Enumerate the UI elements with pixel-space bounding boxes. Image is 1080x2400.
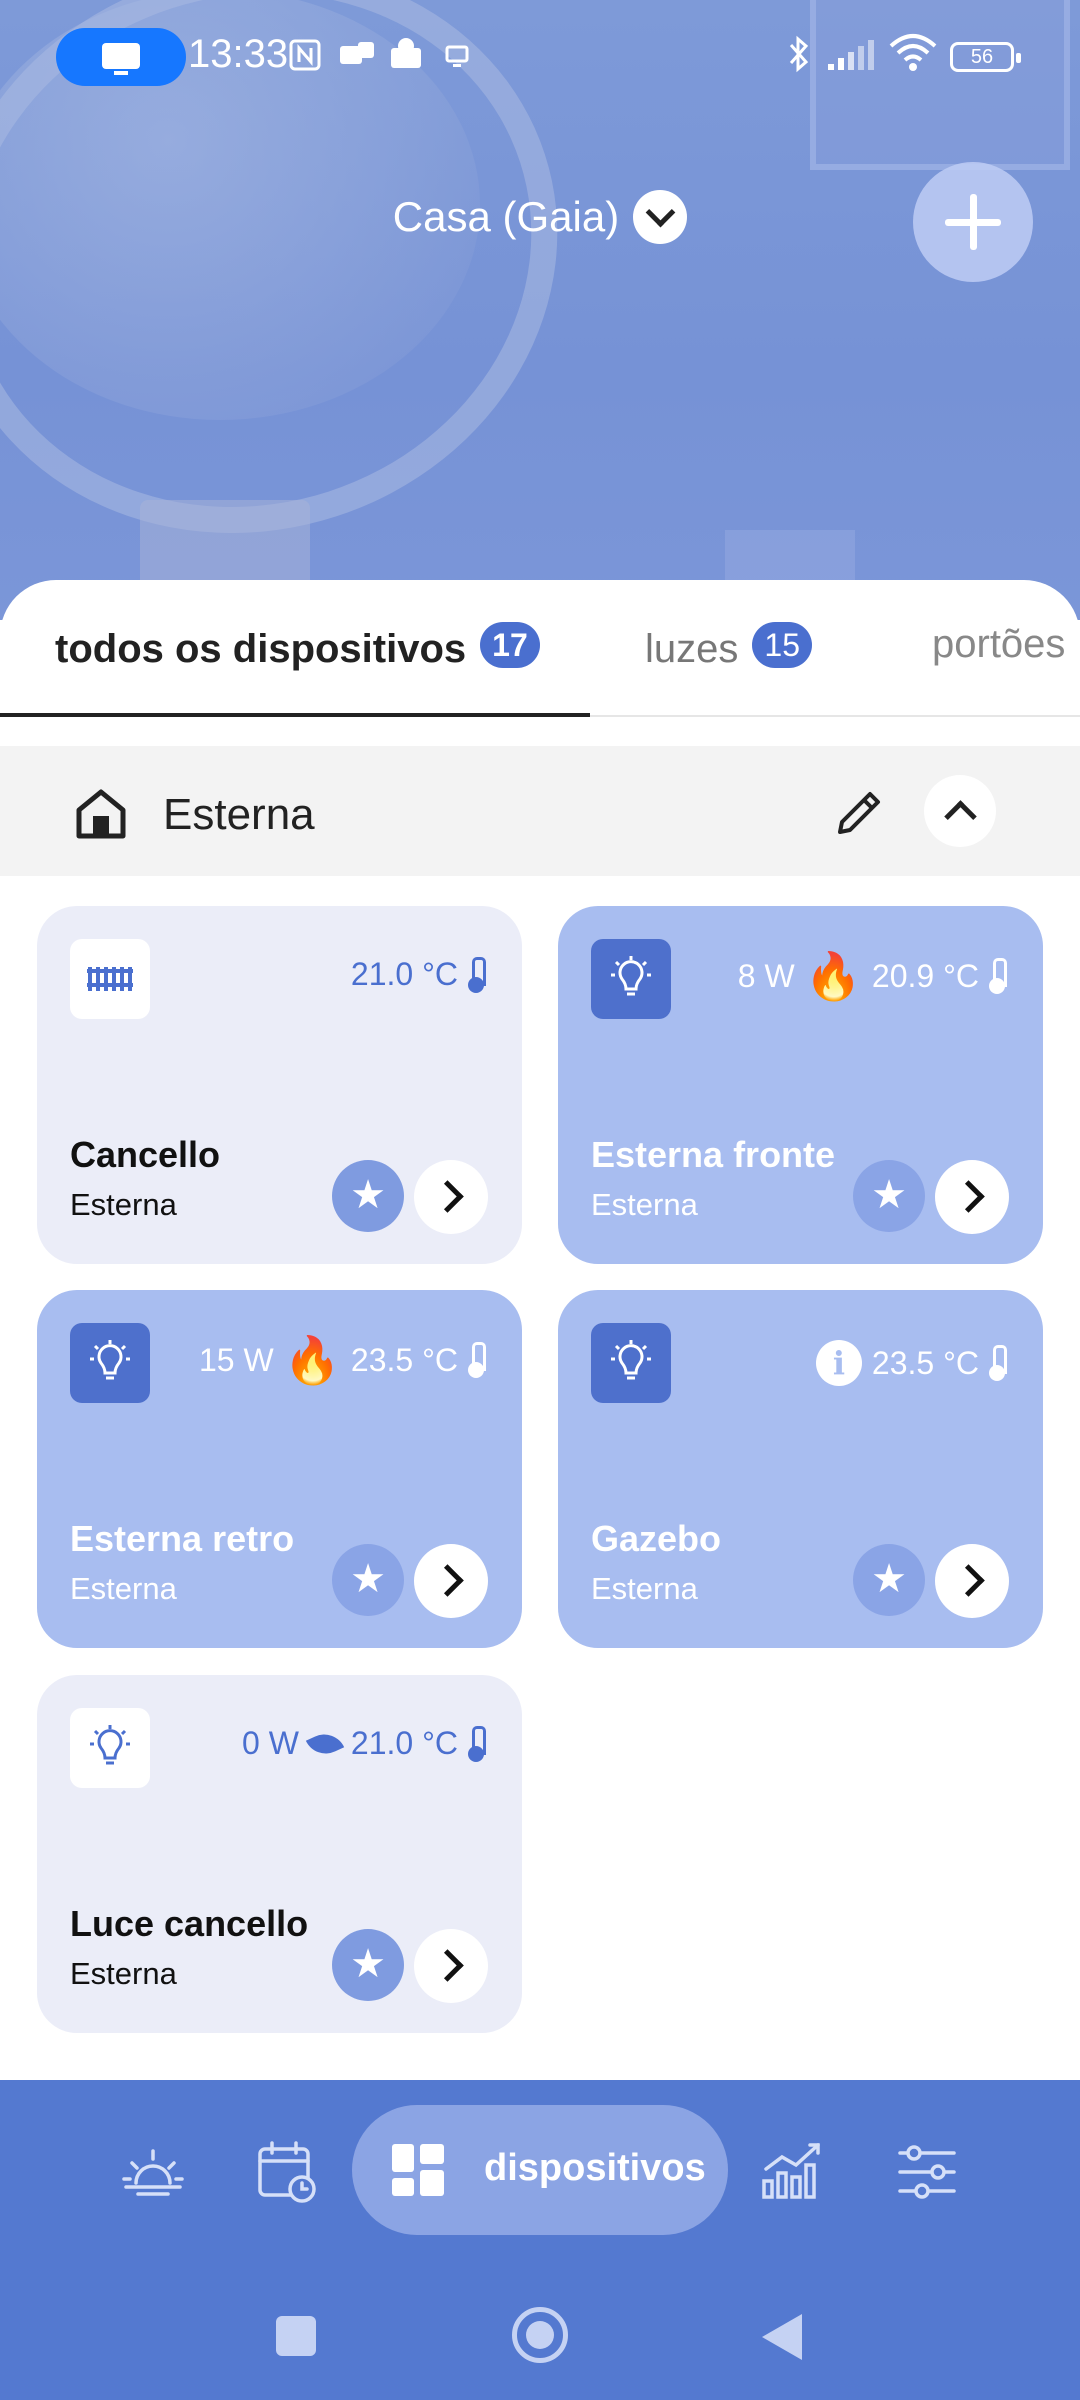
wifi-icon <box>889 34 937 71</box>
active-tab-indicator <box>0 713 590 717</box>
device-metrics: 0 W 21.0 °C <box>242 1725 486 1762</box>
group-header: Esterna <box>0 746 1080 876</box>
device-room: Esterna <box>591 1571 698 1606</box>
schedule-icon[interactable] <box>252 2137 322 2207</box>
status-bar: 13:33 56 <box>0 0 1080 115</box>
tab-all-devices[interactable]: todos os dispositivos 17 <box>55 622 540 672</box>
device-room: Esterna <box>70 1187 177 1222</box>
chevron-down-icon[interactable] <box>633 190 688 244</box>
power-value: 8 W <box>737 957 795 994</box>
screen-cast-pill[interactable] <box>56 28 186 86</box>
open-device-button[interactable] <box>935 1160 1009 1234</box>
nfc-icon <box>289 39 321 71</box>
bulb-icon <box>70 1708 150 1788</box>
power-value: 15 W <box>198 1341 274 1378</box>
device-metrics: 15 W 🔥 23.5 °C <box>198 1334 486 1386</box>
edit-pencil-icon[interactable] <box>832 786 886 840</box>
devices-sheet: todos os dispositivos 17 luzes 15 portões … <box>0 580 1080 2080</box>
device-name: Cancello <box>70 1134 221 1175</box>
device-room: Esterna <box>70 1956 177 1991</box>
bulb-icon <box>591 939 671 1019</box>
device-metrics: 8 W 🔥 20.9 °C <box>737 950 1007 1002</box>
category-tabs: todos os dispositivos 17 luzes 15 portões <box>0 580 1080 717</box>
home-button[interactable] <box>512 2307 568 2363</box>
temperature-value: 23.5 °C <box>350 1341 458 1378</box>
flame-icon: 🔥 <box>804 950 862 1002</box>
group-name: Esterna <box>163 790 315 839</box>
collapse-group-button[interactable] <box>924 775 996 847</box>
temperature-value: 23.5 °C <box>871 1344 979 1381</box>
tab-count-badge: 15 <box>752 622 812 668</box>
favorite-star-button[interactable] <box>853 1544 925 1616</box>
scenes-icon[interactable] <box>118 2137 188 2207</box>
thermometer-icon <box>468 1725 486 1762</box>
nav-item-devices[interactable]: dispositivos <box>352 2105 728 2235</box>
tab-gates[interactable]: portões <box>932 622 1065 667</box>
device-card-esterna-retro[interactable]: 15 W 🔥 23.5 °C Esterna retro Esterna <box>37 1290 522 1648</box>
settings-sliders-icon[interactable] <box>892 2137 962 2207</box>
tab-count-badge: 17 <box>480 622 540 668</box>
thermometer-icon <box>989 958 1007 994</box>
tab-label: luzes <box>645 627 739 671</box>
temperature-value: 21.0 °C <box>350 1725 458 1761</box>
battery-indicator: 56 <box>950 42 1021 72</box>
favorite-star-button[interactable] <box>332 1929 404 2001</box>
add-device-button[interactable] <box>913 162 1033 282</box>
temperature-value: 20.9 °C <box>871 957 979 994</box>
notification-app-icon <box>340 42 374 64</box>
open-device-button[interactable] <box>935 1544 1009 1618</box>
device-name: Gazebo <box>591 1518 722 1559</box>
device-name: Luce cancello <box>70 1903 309 1944</box>
device-room: Esterna <box>70 1571 177 1606</box>
bulb-icon <box>70 1323 150 1403</box>
gate-icon <box>70 939 150 1019</box>
leaf-icon <box>305 1726 345 1761</box>
device-metrics: i 23.5 °C <box>815 1340 1007 1386</box>
power-value: 0 W <box>242 1725 299 1761</box>
tab-label: todos os dispositivos <box>55 627 467 671</box>
thermometer-icon <box>989 1345 1007 1381</box>
stats-icon[interactable] <box>758 2137 828 2207</box>
favorite-star-button[interactable] <box>332 1544 404 1616</box>
thermometer-icon <box>468 1342 486 1378</box>
system-navigation-bar <box>0 2280 1080 2400</box>
nav-active-label: dispositivos <box>484 2147 706 2189</box>
temperature-value: 21.0 °C <box>350 956 458 992</box>
recents-button[interactable] <box>276 2316 316 2356</box>
open-device-button[interactable] <box>414 1544 488 1618</box>
favorite-star-button[interactable] <box>853 1160 925 1232</box>
device-card-luce-cancello[interactable]: 0 W 21.0 °C Luce cancello Esterna <box>37 1675 522 2033</box>
flame-icon: 🔥 <box>283 1334 341 1386</box>
bulb-icon <box>591 1323 671 1403</box>
desktop-icon <box>445 45 469 67</box>
screen-icon <box>102 43 140 75</box>
home-icon <box>76 789 126 839</box>
hero-banner: 13:33 56 Casa (Gaia) <box>0 0 1080 620</box>
devices-icon <box>392 2144 444 2196</box>
status-time: 13:33 <box>188 32 289 76</box>
device-name: Esterna retro <box>70 1518 295 1559</box>
device-name: Esterna fronte <box>591 1134 836 1175</box>
notification-mail-icon <box>391 38 421 68</box>
device-room: Esterna <box>591 1187 698 1222</box>
device-card-esterna-fronte[interactable]: 8 W 🔥 20.9 °C Esterna fronte Esterna <box>558 906 1043 1264</box>
tab-lights[interactable]: luzes 15 <box>645 622 812 672</box>
thermometer-icon <box>468 956 486 993</box>
signal-icon <box>828 40 874 70</box>
device-card-gazebo[interactable]: i 23.5 °C Gazebo Esterna <box>558 1290 1043 1648</box>
open-device-button[interactable] <box>414 1160 488 1234</box>
home-name: Casa (Gaia) <box>392 193 620 240</box>
back-button[interactable] <box>762 2314 802 2360</box>
device-card-cancello[interactable]: 21.0 °C Cancello Esterna <box>37 906 522 1264</box>
tab-label: portões <box>932 622 1066 666</box>
device-metrics: 21.0 °C <box>350 956 486 993</box>
open-device-button[interactable] <box>414 1929 488 2003</box>
info-icon[interactable]: i <box>815 1340 862 1386</box>
bluetooth-icon <box>789 35 809 73</box>
favorite-star-button[interactable] <box>332 1160 404 1232</box>
bottom-navigation: dispositivos <box>0 2080 1080 2280</box>
